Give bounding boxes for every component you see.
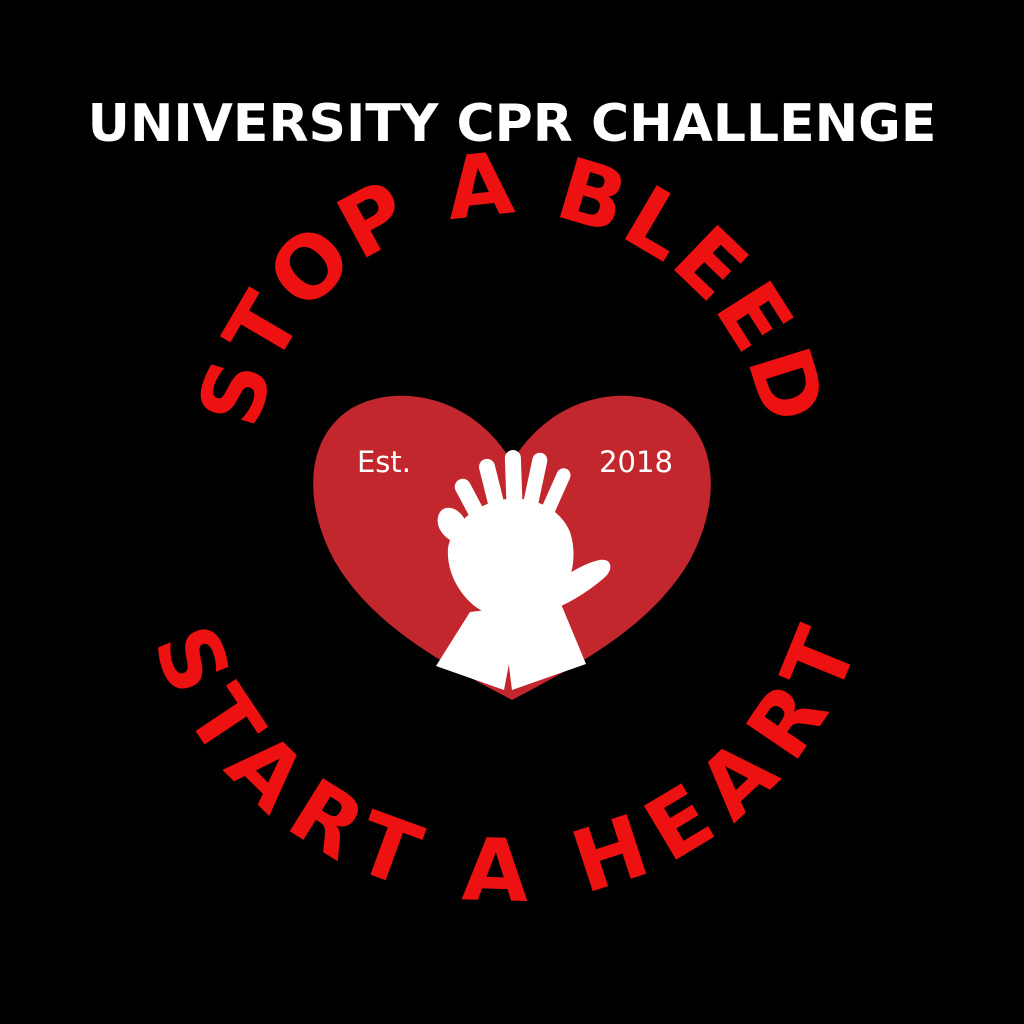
stop-a-bleed-logo: STOP A BLEED START A HEART Est. 2018: [133, 133, 876, 922]
established-year: 2018: [599, 445, 673, 479]
top-arc-text: STOP A BLEED: [179, 133, 844, 437]
top-arc-text-path: STOP A BLEED: [179, 133, 841, 437]
established-label: Est.: [357, 445, 411, 479]
poster: UNIVERSITY CPR CHALLENGE STOP A BLEED ST…: [0, 0, 1024, 1024]
